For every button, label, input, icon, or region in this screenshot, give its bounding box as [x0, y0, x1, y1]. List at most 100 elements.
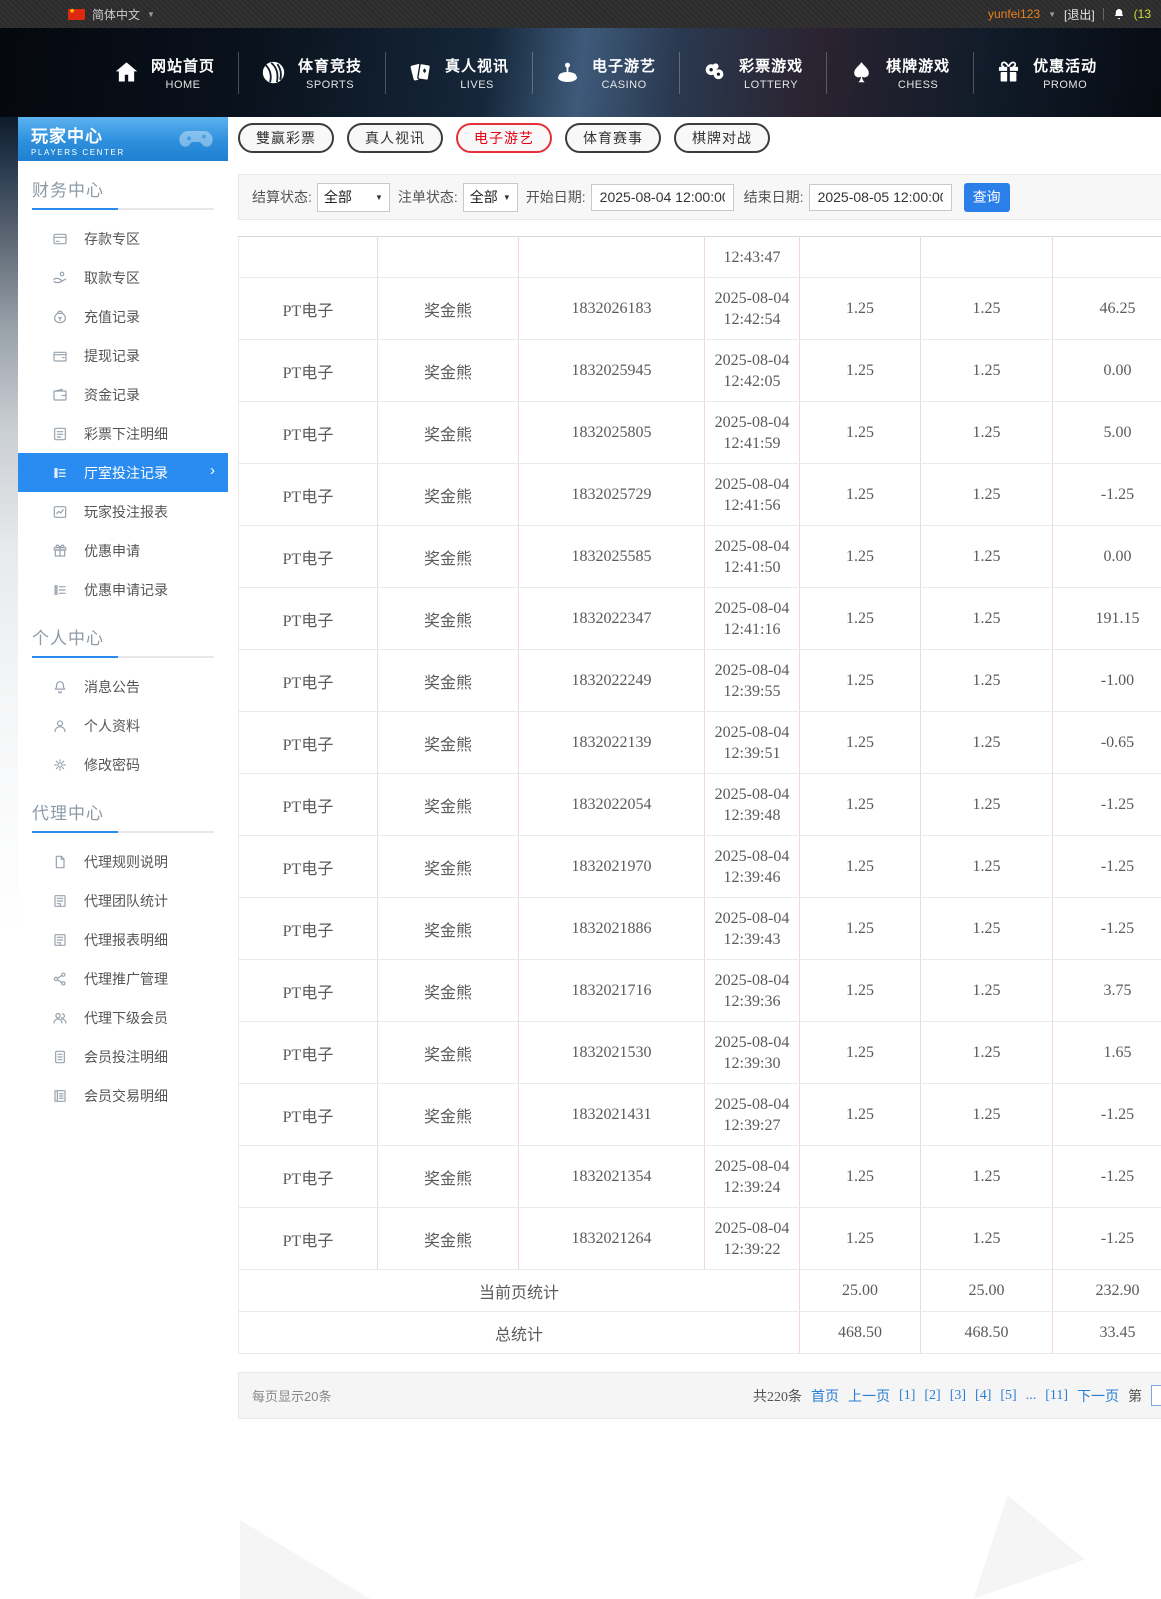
- cell-date: 2025-08-04: [706, 536, 798, 557]
- page-number-link[interactable]: [11]: [1045, 1388, 1068, 1404]
- sidebar-item[interactable]: 彩票下注明细 ›: [18, 414, 228, 453]
- nav-item-icon: [701, 59, 728, 86]
- sidebar-item[interactable]: 代理规则说明 ›: [18, 842, 228, 881]
- sidebar-item[interactable]: 优惠申请记录 ›: [18, 570, 228, 609]
- cell-order-no: 1832022139: [519, 712, 705, 774]
- logout-button[interactable]: [退出]: [1064, 6, 1095, 23]
- nav-item[interactable]: 棋牌游戏 CHESS: [804, 52, 951, 94]
- category-tab[interactable]: 电子游艺: [456, 123, 552, 153]
- sidebar-item-label: 彩票下注明细: [84, 424, 168, 444]
- cell-bet-amount: 1.25: [800, 402, 921, 464]
- cell-empty: [378, 237, 519, 278]
- cell-bet-amount: 1.25: [800, 1146, 921, 1208]
- cell-datetime: 2025-08-04 12:39:22: [705, 1208, 800, 1270]
- cell-game-name: 奖金熊: [378, 774, 519, 836]
- sidebar-item[interactable]: 优惠申请 ›: [18, 531, 228, 570]
- cell-order-no: 1832025945: [519, 340, 705, 402]
- cell-valid-amount: 1.25: [921, 898, 1053, 960]
- cell-order-no: 1832022249: [519, 650, 705, 712]
- cell-datetime: 2025-08-04 12:41:59: [705, 402, 800, 464]
- username[interactable]: yunfei123: [988, 7, 1040, 21]
- nav-item-label-en: PROMO: [1043, 79, 1087, 91]
- sidebar-item-label: 厅室投注记录: [84, 463, 168, 483]
- cell-win-loss: 0.00: [1053, 526, 1161, 588]
- sidebar-item[interactable]: 充值记录 ›: [18, 297, 228, 336]
- sidebar-item[interactable]: 修改密码 ›: [18, 745, 228, 784]
- grand-total-label: 总统计: [239, 1312, 800, 1354]
- nav-item-label-en: LOTTERY: [744, 79, 798, 91]
- sidebar-item[interactable]: 资金记录 ›: [18, 375, 228, 414]
- sidebar-item-icon: [52, 971, 68, 987]
- sidebar-item[interactable]: 个人资料 ›: [18, 706, 228, 745]
- sidebar-item-label: 取款专区: [84, 268, 140, 288]
- first-page-link[interactable]: 首页: [811, 1386, 839, 1406]
- cell-bet-amount: 1.25: [800, 526, 921, 588]
- nav-item[interactable]: 优惠活动 PROMO: [951, 52, 1098, 94]
- grand-total-valid: 468.50: [921, 1312, 1053, 1354]
- page-number-link[interactable]: ...: [1026, 1388, 1037, 1404]
- bell-icon[interactable]: [1112, 7, 1126, 21]
- sidebar-item-icon: [52, 426, 68, 442]
- cell-game-type: PT电子: [239, 588, 378, 650]
- sidebar-item[interactable]: 会员交易明细 ›: [18, 1076, 228, 1115]
- sidebar-item[interactable]: 代理下级会员 ›: [18, 998, 228, 1037]
- end-date-input[interactable]: [809, 184, 952, 211]
- search-button[interactable]: 查询: [964, 183, 1010, 212]
- sidebar-item-icon: [52, 718, 68, 734]
- language-selector[interactable]: 简体中文: [92, 6, 140, 23]
- nav-item-label-en: CHESS: [898, 79, 938, 91]
- sidebar-item[interactable]: 提现记录 ›: [18, 336, 228, 375]
- nav-item-label-zh: 电子游艺: [592, 55, 656, 76]
- category-tab[interactable]: 雙赢彩票: [238, 123, 334, 153]
- bets-table: 12:43:47 PT电子 奖金熊 1832026183 2025-08-04 …: [238, 236, 1161, 1354]
- cell-time: 12:39:24: [706, 1177, 798, 1198]
- nav-item[interactable]: 网站首页 HOME: [112, 55, 216, 91]
- page-number-link[interactable]: [1]: [899, 1388, 915, 1404]
- sidebar-item[interactable]: 玩家投注报表 ›: [18, 492, 228, 531]
- nav-item-label-en: HOME: [166, 79, 201, 91]
- sidebar-item-label: 消息公告: [84, 677, 140, 697]
- category-tab[interactable]: 体育赛事: [565, 123, 661, 153]
- page-number-link[interactable]: [4]: [975, 1388, 991, 1404]
- nav-item[interactable]: 电子游艺 CASINO: [510, 52, 657, 94]
- sidebar-item[interactable]: 取款专区 ›: [18, 258, 228, 297]
- prev-page-link[interactable]: 上一页: [848, 1386, 890, 1406]
- sidebar-item-icon: [52, 679, 68, 695]
- cell-bet-amount: 1.25: [800, 1022, 921, 1084]
- sidebar-item[interactable]: 消息公告 ›: [18, 667, 228, 706]
- cell-game-name: 奖金熊: [378, 464, 519, 526]
- order-status-value: 全部: [470, 187, 498, 207]
- nav-item-icon: [848, 59, 875, 86]
- chevron-down-icon: ▼: [147, 10, 155, 19]
- page-number-link[interactable]: [3]: [950, 1388, 966, 1404]
- cell-game-type: PT电子: [239, 340, 378, 402]
- settle-status-select[interactable]: 全部 ▼: [317, 183, 390, 212]
- nav-item[interactable]: 体育竞技 SPORTS: [216, 52, 363, 94]
- sidebar-item[interactable]: 代理报表明细 ›: [18, 920, 228, 959]
- page-number-link[interactable]: [2]: [924, 1388, 940, 1404]
- sidebar-item[interactable]: 会员投注明细 ›: [18, 1037, 228, 1076]
- sidebar-item[interactable]: 代理推广管理 ›: [18, 959, 228, 998]
- sidebar-item[interactable]: 厅室投注记录 ›: [18, 453, 228, 492]
- sidebar-item-label: 会员投注明细: [84, 1047, 168, 1067]
- next-page-link[interactable]: 下一页: [1077, 1386, 1119, 1406]
- table-row: PT电子 奖金熊 1832021431 2025-08-04 12:39:27 …: [239, 1084, 1161, 1146]
- sidebar-item[interactable]: 代理团队统计 ›: [18, 881, 228, 920]
- table-row: PT电子 奖金熊 1832025585 2025-08-04 12:41:50 …: [239, 526, 1161, 588]
- jump-page-input[interactable]: [1151, 1385, 1161, 1406]
- cell-win-loss: 191.15: [1053, 588, 1161, 650]
- cell-bet-amount: 1.25: [800, 1084, 921, 1146]
- category-tab[interactable]: 棋牌对战: [674, 123, 770, 153]
- start-date-input[interactable]: [591, 184, 734, 211]
- cell-bet-amount: 1.25: [800, 774, 921, 836]
- order-status-select[interactable]: 全部 ▼: [463, 183, 518, 212]
- sidebar-item-icon: [52, 932, 68, 948]
- nav-item[interactable]: 彩票游戏 LOTTERY: [657, 52, 804, 94]
- nav-item-label-zh: 彩票游戏: [739, 55, 803, 76]
- nav-item[interactable]: 真人视讯 LIVES: [363, 52, 510, 94]
- page-number-link[interactable]: [5]: [1000, 1388, 1016, 1404]
- sidebar-item[interactable]: 存款专区 ›: [18, 219, 228, 258]
- cell-date: 2025-08-04: [706, 1094, 798, 1115]
- sidebar-item-icon: [52, 582, 68, 598]
- category-tab[interactable]: 真人视讯: [347, 123, 443, 153]
